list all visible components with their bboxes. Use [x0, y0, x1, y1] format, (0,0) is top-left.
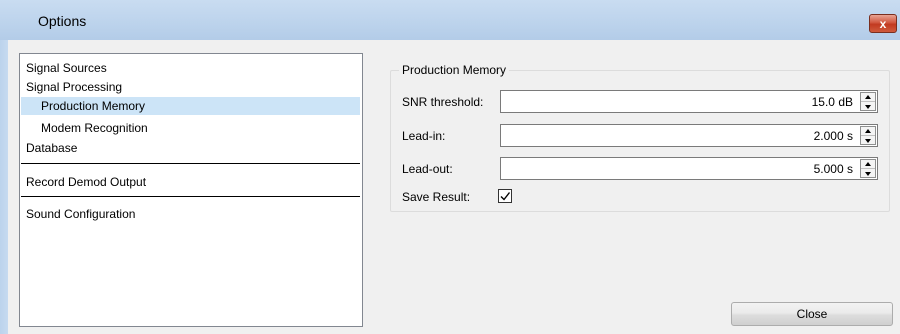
lead-out-label: Lead-out: — [402, 162, 453, 176]
snr-threshold-label: SNR threshold: — [402, 95, 484, 109]
options-tree[interactable]: Signal Sources Signal Processing Product… — [19, 53, 363, 327]
tree-separator — [21, 163, 360, 164]
title-bar[interactable]: Options x — [0, 0, 900, 40]
tree-separator — [21, 196, 360, 197]
tree-item-record-demod-output[interactable]: Record Demod Output — [26, 173, 358, 191]
tree-item-sound-configuration[interactable]: Sound Configuration — [26, 205, 358, 223]
spin-up-button[interactable] — [861, 160, 875, 169]
tree-item-modem-recognition[interactable]: Modem Recognition — [41, 119, 358, 137]
tree-item-label: Sound Configuration — [26, 207, 136, 221]
options-dialog: Options x Signal Sources Signal Processi… — [0, 0, 900, 334]
lead-out-spinbox[interactable]: 5.000 s — [500, 157, 878, 180]
spin-buttons — [860, 126, 876, 145]
tree-item-label: Production Memory — [41, 99, 146, 113]
checkmark-icon — [500, 192, 511, 201]
lead-out-value: 5.000 s — [813, 162, 853, 176]
lead-in-spinbox[interactable]: 2.000 s — [500, 124, 878, 147]
tree-item-label: Signal Processing — [26, 80, 123, 94]
window-title: Options — [38, 13, 87, 29]
tree-item-signal-sources[interactable]: Signal Sources — [26, 59, 358, 77]
tree-item-label: Database — [26, 141, 78, 155]
save-result-checkbox[interactable] — [498, 189, 512, 203]
spin-buttons — [860, 159, 876, 178]
close-icon: x — [879, 16, 887, 31]
arrow-down-icon — [865, 171, 871, 176]
save-result-label: Save Result: — [402, 190, 471, 204]
window-frame — [0, 40, 8, 334]
close-button[interactable]: Close — [731, 302, 893, 326]
arrow-down-icon — [865, 138, 871, 143]
spin-down-button[interactable] — [861, 102, 875, 111]
close-window-button[interactable]: x — [869, 14, 897, 33]
arrow-up-icon — [865, 129, 871, 133]
spin-down-button[interactable] — [861, 169, 875, 178]
group-title: Production Memory — [399, 63, 510, 77]
arrow-up-icon — [865, 162, 871, 166]
close-button-label: Close — [796, 307, 828, 321]
arrow-down-icon — [865, 104, 871, 109]
spin-up-button[interactable] — [861, 93, 875, 102]
lead-in-label: Lead-in: — [402, 129, 446, 143]
tree-item-label: Modem Recognition — [41, 121, 148, 135]
snr-threshold-value: 15.0 dB — [811, 95, 853, 109]
lead-in-value: 2.000 s — [813, 129, 853, 143]
spin-up-button[interactable] — [861, 127, 875, 136]
spin-buttons — [860, 92, 876, 111]
tree-item-label: Record Demod Output — [26, 175, 147, 189]
snr-threshold-spinbox[interactable]: 15.0 dB — [500, 90, 878, 113]
tree-item-database[interactable]: Database — [26, 139, 358, 157]
tree-item-production-memory[interactable]: Production Memory — [21, 97, 360, 115]
tree-item-label: Signal Sources — [26, 61, 107, 75]
spin-down-button[interactable] — [861, 136, 875, 145]
arrow-up-icon — [865, 95, 871, 99]
tree-item-signal-processing[interactable]: Signal Processing — [26, 78, 358, 96]
